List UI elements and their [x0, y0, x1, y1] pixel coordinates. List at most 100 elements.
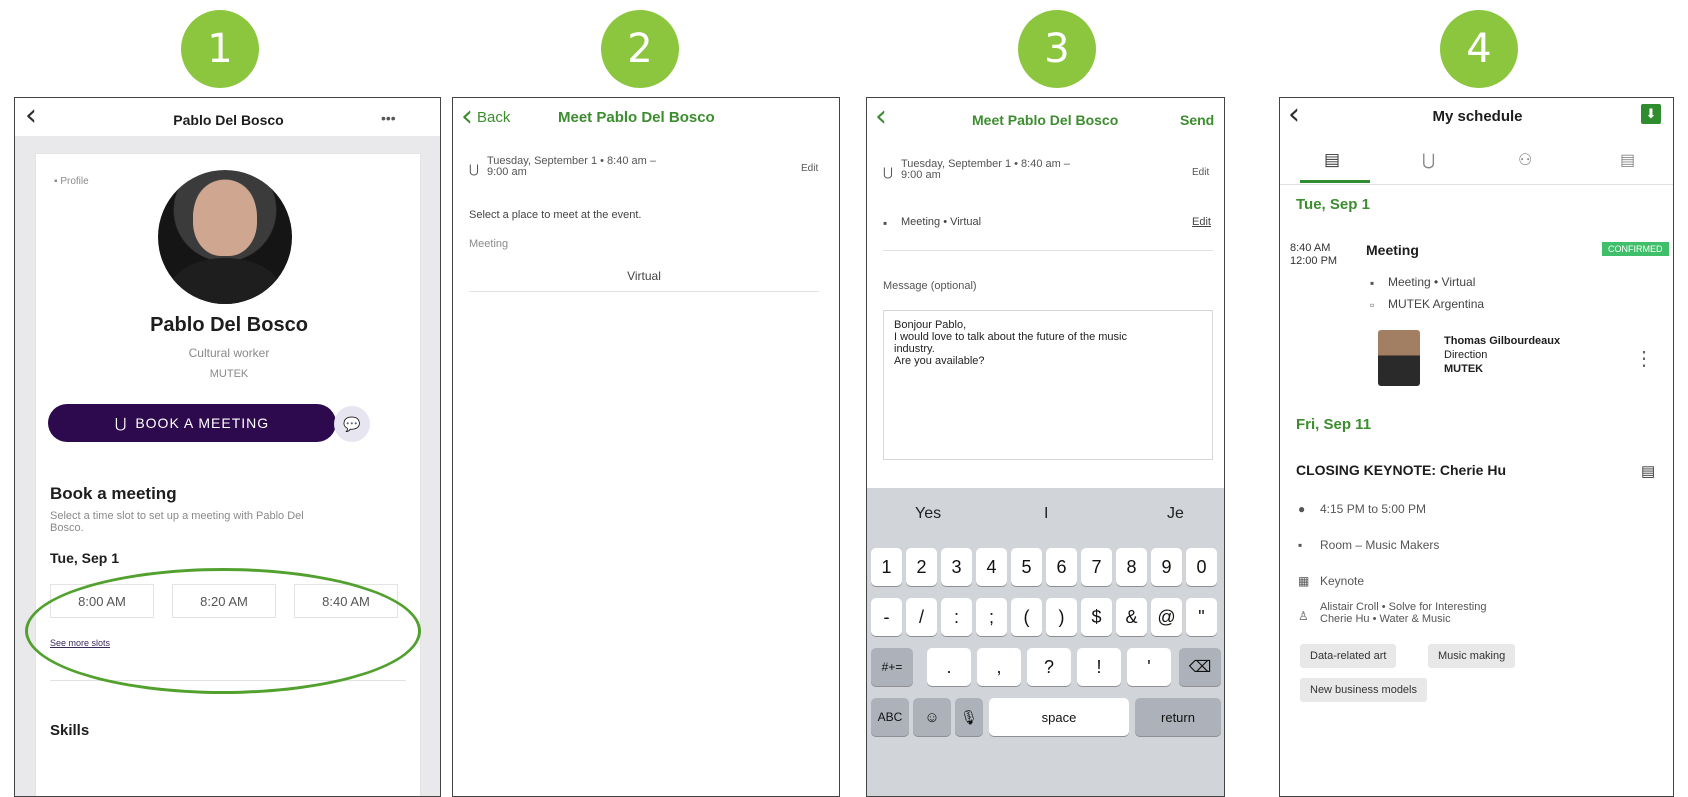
session-type-icon: ▦ — [1298, 574, 1310, 588]
meeting-datetime: Tuesday, September 1 • 8:40 am – 9:00 am — [901, 159, 1070, 181]
profile-name: Pablo Del Bosco — [150, 314, 308, 336]
key-screen3.keys_row1-6[interactable]: 7 — [1081, 548, 1112, 586]
edit-datetime-link[interactable]: Edit — [801, 163, 818, 174]
location-icon: ▪ — [1298, 538, 1303, 552]
add-to-schedule-icon[interactable]: ▤ — [1641, 462, 1655, 480]
tab-meetings-icon[interactable]: ⋃ — [1422, 150, 1435, 170]
tag-chip[interactable]: Data-related art — [1300, 644, 1397, 668]
message-line: Are you available? — [894, 355, 985, 367]
meeting-location: Meeting • Virtual — [901, 216, 982, 228]
location-icon: ▪ — [1370, 276, 1375, 290]
message-line: Bonjour Pablo, — [894, 319, 967, 331]
person-avatar — [1378, 330, 1420, 386]
event-start: 8:40 AM — [1290, 242, 1331, 254]
keyboard-suggestion[interactable]: Yes — [915, 505, 941, 523]
key-screen3.keys_row1-0[interactable]: 1 — [871, 548, 902, 586]
key-screen3.keys_row2-0[interactable]: - — [871, 598, 902, 636]
key-return[interactable]: return — [1135, 698, 1221, 736]
key-screen3.keys_row3-1[interactable]: , — [977, 648, 1021, 686]
tab-active-indicator — [1300, 180, 1370, 183]
key-screen3.keys_row2-7[interactable]: & — [1116, 598, 1147, 636]
highlight-oval — [25, 568, 421, 694]
chat-button[interactable]: 💬 — [334, 406, 370, 442]
virtual-option[interactable]: Virtual — [469, 269, 819, 283]
tab-sessions-icon[interactable]: ▤ — [1620, 150, 1635, 170]
chat-icon: 💬 — [343, 415, 361, 432]
key-screen3.keys_row1-3[interactable]: 4 — [976, 548, 1007, 586]
screen-meet-message: ‹ Meet Pablo Del Bosco Send ⋃ Tuesday, S… — [866, 97, 1225, 797]
section-title: Book a meeting — [50, 484, 177, 503]
calendar-magnet-icon: ⋃ — [883, 165, 893, 179]
key-screen3.keys_row1-4[interactable]: 5 — [1011, 548, 1042, 586]
location-icon: ▪ — [883, 216, 888, 230]
speaker-line: Alistair Croll • Solve for Interesting — [1320, 601, 1487, 613]
send-button[interactable]: Send — [1180, 112, 1214, 128]
key-screen3.keys_row2-1[interactable]: / — [906, 598, 937, 636]
date-header: Fri, Sep 11 — [1296, 416, 1372, 433]
key-screen3.keys_row2-4[interactable]: ( — [1011, 598, 1042, 636]
key-screen3.keys_row2-2[interactable]: : — [941, 598, 972, 636]
back-chevron-icon[interactable]: ‹ — [461, 102, 473, 132]
screen-my-schedule: ‹ My schedule ⬇ ▤ ⋃ ⚇ ▤ Tue, Sep 1 8:40 … — [1279, 97, 1674, 797]
speaker-line: Cherie Hu • Water & Music — [1320, 613, 1451, 625]
key-screen3.keys_row1-7[interactable]: 8 — [1116, 548, 1147, 586]
meeting-label: Meeting — [469, 238, 509, 250]
date-header: Tue, Sep 1 — [1296, 196, 1370, 213]
emoji-key-icon[interactable]: ☺ — [913, 698, 951, 736]
keyboard-suggestion[interactable]: I — [1044, 505, 1048, 523]
more-options-icon[interactable]: ••• — [381, 110, 396, 126]
event-location: Meeting • Virtual — [1388, 275, 1476, 289]
tab-schedule-icon[interactable]: ▤ — [1324, 150, 1340, 170]
more-vertical-icon[interactable]: ⋮ — [1634, 346, 1654, 371]
key-screen3.keys_row2-8[interactable]: @ — [1151, 598, 1182, 636]
tab-people-icon[interactable]: ⚇ — [1518, 150, 1532, 170]
keyboard-suggestion[interactable]: Je — [1167, 505, 1184, 523]
key-screen3.keys_row1-1[interactable]: 2 — [906, 548, 937, 586]
screen-meet-request: ‹ Back Meet Pablo Del Bosco ⋃ Tuesday, S… — [452, 97, 840, 797]
key-screen3.keys_row1-8[interactable]: 9 — [1151, 548, 1182, 586]
edit-datetime-link[interactable]: Edit — [1192, 167, 1209, 178]
event-time-range: 4:15 PM to 5:00 PM — [1320, 502, 1427, 516]
tag-chip[interactable]: Music making — [1428, 644, 1516, 668]
key-screen3.keys_row2-6[interactable]: $ — [1081, 598, 1112, 636]
key-symbols[interactable]: #+= — [871, 648, 913, 686]
key-screen3.keys_row1-9[interactable]: 0 — [1186, 548, 1217, 586]
key-screen3.keys_row1-5[interactable]: 6 — [1046, 548, 1077, 586]
message-textarea[interactable]: Bonjour Pablo, I would love to talk abou… — [883, 310, 1213, 460]
event-time: 8:40 AM 12:00 PM — [1290, 242, 1337, 268]
profile-tag: ▪ Profile — [54, 176, 89, 187]
date-label: Tue, Sep 1 — [50, 550, 119, 566]
book-meeting-button[interactable]: ⋃ BOOK A MEETING — [48, 404, 336, 442]
person-info[interactable]: Thomas Gilbourdeaux Direction MUTEK — [1444, 334, 1560, 376]
message-line: I would love to talk about the future of… — [894, 331, 1127, 343]
profile-role: Cultural worker — [188, 346, 270, 360]
step-number-3: 3 — [1018, 10, 1096, 88]
key-screen3.keys_row3-4[interactable]: ' — [1127, 648, 1171, 686]
section-description: Select a time slot to set up a meeting w… — [50, 510, 304, 534]
screen-profile: ‹ Pablo Del Bosco ••• ▪ Profile Pablo De… — [14, 97, 441, 797]
event-title[interactable]: CLOSING KEYNOTE: Cherie Hu — [1296, 462, 1506, 478]
key-screen3.keys_row3-2[interactable]: ? — [1027, 648, 1071, 686]
event-title[interactable]: Meeting — [1366, 242, 1419, 258]
key-screen3.keys_row3-0[interactable]: . — [927, 648, 971, 686]
key-abc[interactable]: ABC — [871, 698, 909, 736]
key-screen3.keys_row1-2[interactable]: 3 — [941, 548, 972, 586]
back-chevron-icon[interactable]: ‹ — [875, 102, 887, 132]
organizer-icon: ▫ — [1370, 298, 1375, 312]
divider — [469, 291, 819, 292]
step-number-1: 1 — [181, 10, 259, 88]
key-screen3.keys_row2-5[interactable]: ) — [1046, 598, 1077, 636]
edit-location-link[interactable]: Edit — [1192, 216, 1211, 228]
microphone-key-icon[interactable]: 🎙 — [955, 698, 983, 736]
key-screen3.keys_row2-3[interactable]: ; — [976, 598, 1007, 636]
page-title: Meet Pablo Del Bosco — [558, 109, 715, 126]
tag-chip[interactable]: New business models — [1300, 678, 1427, 702]
book-meeting-label: BOOK A MEETING — [135, 415, 270, 431]
key-delete-icon[interactable]: ⌫ — [1179, 648, 1221, 686]
key-screen3.keys_row2-9[interactable]: " — [1186, 598, 1217, 636]
key-space[interactable]: space — [989, 698, 1129, 736]
download-icon[interactable]: ⬇ — [1641, 104, 1661, 124]
key-screen3.keys_row3-3[interactable]: ! — [1077, 648, 1121, 686]
back-button[interactable]: Back — [477, 109, 510, 126]
meeting-datetime: Tuesday, September 1 • 8:40 am – 9:00 am — [487, 156, 656, 178]
